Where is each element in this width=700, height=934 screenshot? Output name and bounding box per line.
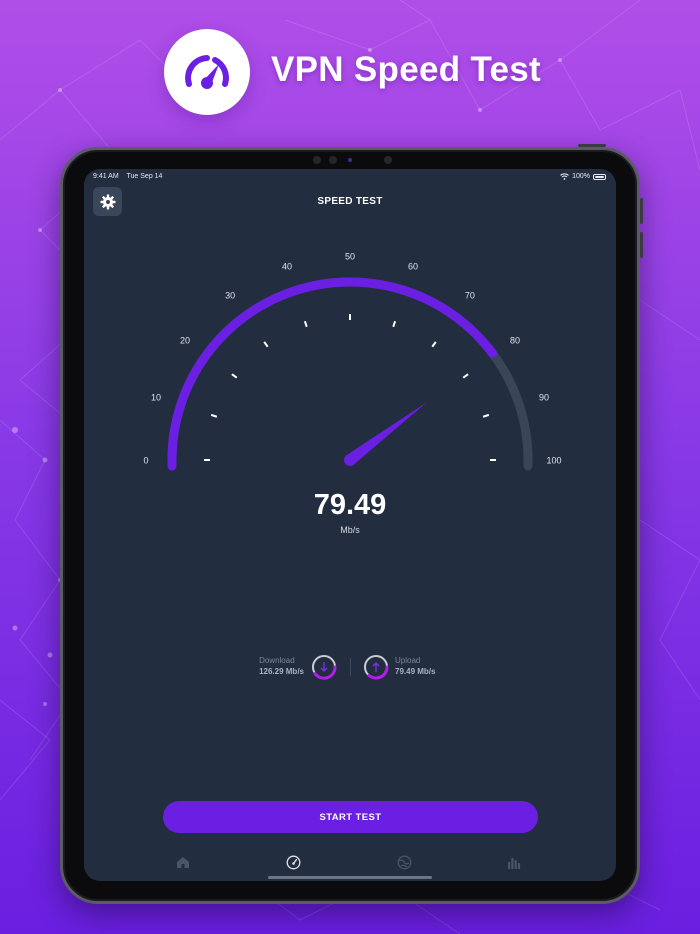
gauge-label: 30	[225, 290, 235, 300]
stats-divider	[350, 658, 351, 676]
bar-chart-icon	[508, 857, 521, 869]
upload-label: Upload	[395, 656, 421, 665]
gauge-track	[167, 277, 533, 471]
gauge-tick	[263, 341, 269, 348]
speedometer-icon	[286, 855, 300, 869]
gauge-ticks	[204, 314, 496, 461]
app-screen: 9:41 AM Tue Sep 14 100% SPEED TEST 0 10 …	[84, 169, 616, 881]
download-stat: Download 126.29 Mb/s	[259, 655, 304, 677]
download-arrow-icon	[312, 655, 337, 680]
upload-stat: Upload 79.49 Mb/s	[395, 655, 435, 677]
upload-arrow-icon	[364, 655, 389, 680]
gauge-needle	[343, 402, 427, 467]
download-value: 126.29 Mb/s	[259, 667, 304, 676]
gauge-label: 20	[180, 336, 190, 346]
tab-speed-test[interactable]	[285, 854, 301, 870]
tab-home[interactable]	[175, 854, 191, 870]
gauge-tick	[303, 320, 308, 328]
gauge-label: 10	[151, 392, 161, 402]
download-label: Download	[259, 656, 295, 665]
gauge-label: 100	[546, 456, 561, 466]
volume-down-button	[640, 232, 643, 258]
home-icon	[177, 856, 189, 868]
gauge-label: 60	[408, 261, 418, 271]
tab-vpn[interactable]	[396, 854, 412, 870]
camera-dot	[313, 156, 321, 164]
speed-value: 79.49	[313, 489, 387, 521]
globe-icon	[397, 855, 411, 869]
gauge-label: 40	[282, 261, 292, 271]
camera-dot	[329, 156, 337, 164]
gauge-tick	[431, 341, 437, 348]
power-button	[578, 144, 606, 147]
gauge-label: 50	[345, 252, 355, 262]
gauge-tick	[392, 320, 397, 328]
speed-unit: Mb/s	[340, 525, 360, 535]
camera-dot	[384, 156, 392, 164]
gauge-label: 0	[143, 456, 148, 466]
gauge-tick	[231, 373, 238, 379]
gauge-label: 90	[539, 392, 549, 402]
promo-title: VPN Speed Test	[271, 50, 542, 89]
gauge-label: 80	[510, 336, 520, 346]
gauge-tick	[462, 373, 469, 379]
gauge-tick	[210, 413, 218, 418]
camera-lens	[348, 158, 352, 162]
home-indicator	[268, 876, 432, 879]
tab-history[interactable]	[506, 854, 522, 870]
upload-value: 79.49 Mb/s	[395, 667, 436, 676]
gauge-fill	[167, 277, 497, 471]
speedometer-icon	[185, 55, 229, 89]
gauge-tick	[482, 413, 490, 418]
start-test-button[interactable]: START TEST	[163, 801, 538, 833]
volume-up-button	[640, 198, 643, 224]
gauge-label: 70	[465, 290, 475, 300]
app-logo	[164, 29, 250, 115]
